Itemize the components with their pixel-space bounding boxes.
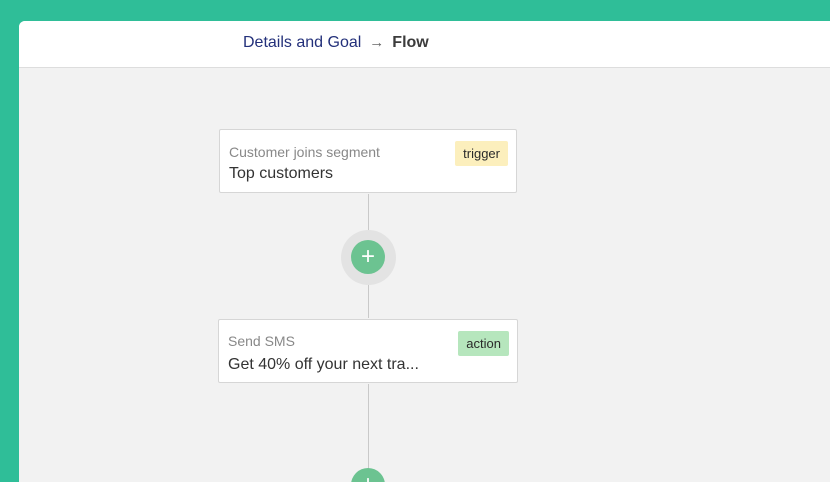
breadcrumb-current-flow: Flow [392,34,429,51]
node-subtitle: Send SMS [228,333,295,349]
add-step-button[interactable]: + [351,240,385,274]
add-step-button[interactable]: + [351,468,385,482]
breadcrumb-details-and-goal-link[interactable]: Details and Goal [243,33,361,53]
app-window: Details and Goal → Flow Customer joins s… [19,21,830,482]
breadcrumb: Details and Goal → Flow [243,33,429,53]
node-subtitle: Customer joins segment [229,144,380,160]
trigger-badge: trigger [455,141,508,166]
flow-node-action[interactable]: Send SMS Get 40% off your next tra... ac… [218,319,518,383]
header-bar: Details and Goal → Flow [19,21,830,68]
action-badge: action [458,331,509,356]
flow-canvas[interactable]: Customer joins segment Top customers tri… [19,68,830,482]
node-title: Get 40% off your next tra... [228,356,419,373]
flow-node-trigger[interactable]: Customer joins segment Top customers tri… [219,129,517,193]
node-title: Top customers [229,165,334,182]
breadcrumb-arrow-icon: → [369,34,385,51]
